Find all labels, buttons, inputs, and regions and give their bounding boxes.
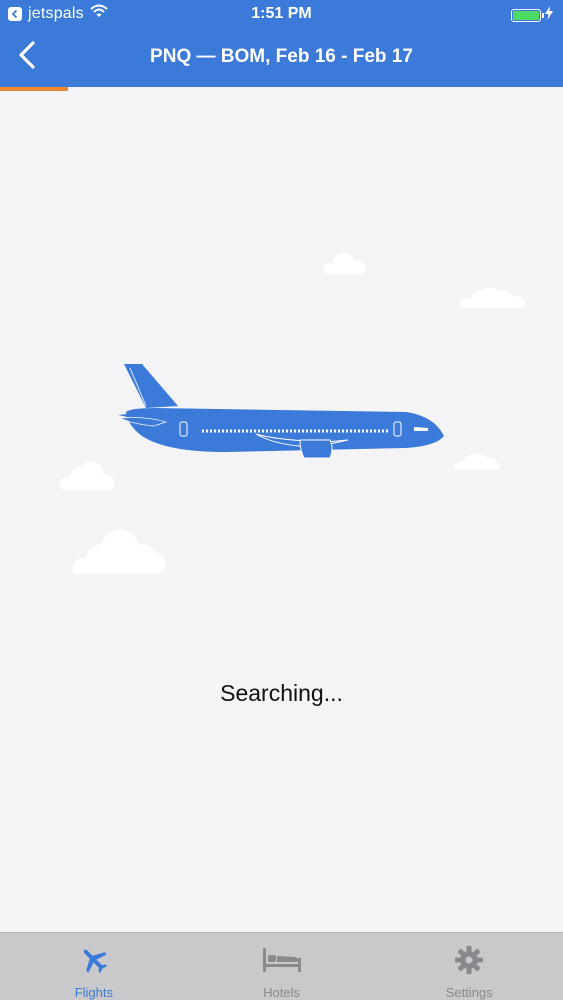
tab-label: Hotels bbox=[263, 985, 300, 1000]
back-button[interactable] bbox=[10, 40, 44, 74]
page-title: PNQ — BOM, Feb 16 - Feb 17 bbox=[150, 46, 413, 67]
search-screen: jetspals 1:51 PM PNQ — BOM, Feb 16 - Feb… bbox=[0, 0, 563, 1000]
bed-icon bbox=[262, 943, 302, 976]
tab-settings[interactable]: Settings bbox=[375, 933, 563, 1000]
charging-bolt-icon bbox=[545, 6, 553, 25]
searching-status: Searching... bbox=[220, 680, 343, 706]
cloud-icon bbox=[323, 252, 366, 274]
progress-fill bbox=[0, 87, 68, 91]
chevron-left-icon bbox=[17, 40, 37, 74]
airplane-illustration bbox=[118, 364, 444, 459]
search-progress-bar bbox=[0, 87, 563, 91]
status-right bbox=[511, 6, 553, 25]
header: jetspals 1:51 PM PNQ — BOM, Feb 16 - Feb… bbox=[0, 0, 563, 87]
cloud-icon bbox=[453, 453, 501, 470]
tab-flights[interactable]: Flights bbox=[0, 933, 188, 1000]
tab-hotels[interactable]: Hotels bbox=[188, 933, 376, 1000]
airplane-icon bbox=[79, 943, 109, 976]
nav-bar: PNQ — BOM, Feb 16 - Feb 17 bbox=[0, 30, 563, 85]
cloud-icon bbox=[459, 287, 526, 308]
cloud-icon bbox=[72, 529, 166, 574]
tab-label: Settings bbox=[445, 985, 493, 1000]
status-bar: jetspals 1:51 PM bbox=[0, 0, 563, 30]
status-time: 1:51 PM bbox=[251, 5, 312, 22]
tab-label: Flights bbox=[74, 985, 113, 1000]
tab-bar: Flights Hotels Settings bbox=[0, 932, 563, 1000]
battery-icon bbox=[511, 9, 544, 22]
battery-level bbox=[513, 11, 539, 20]
gear-icon bbox=[454, 943, 484, 976]
cloud-icon bbox=[59, 461, 115, 490]
